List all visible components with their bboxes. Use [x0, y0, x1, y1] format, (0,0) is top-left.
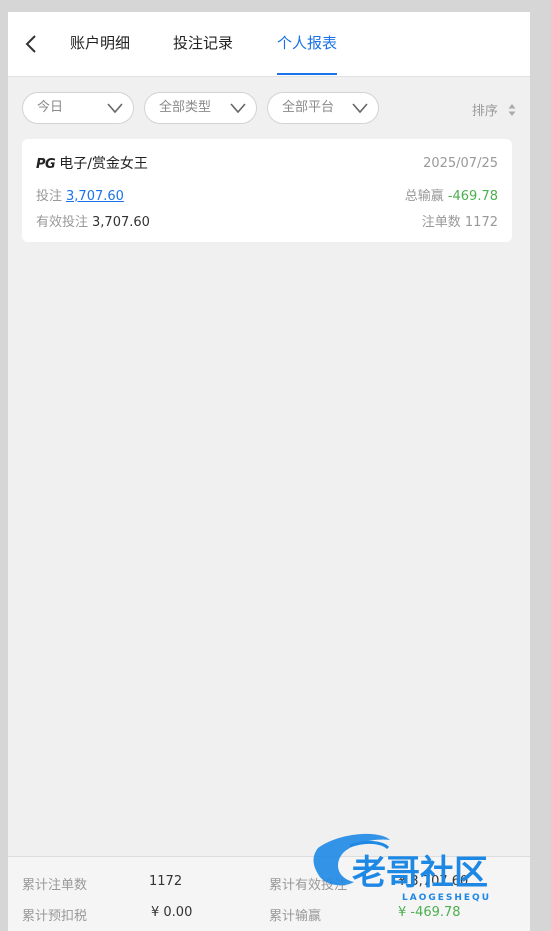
tab-bet-records[interactable]: 投注记录	[173, 12, 233, 76]
chevron-down-icon	[230, 103, 246, 114]
winloss-row: 总输赢 -469.78	[405, 185, 498, 204]
bet-count-label: 注单数	[421, 215, 461, 230]
chevron-down-icon	[107, 103, 123, 114]
app-window: 账户明细 投注记录 个人报表 今日 全部类型 全部平台 排序 PG 电子/赏金女王	[8, 12, 530, 931]
bet-count-row: 注单数 1172	[422, 211, 498, 230]
report-record-card[interactable]: PG 电子/赏金女王 2025/07/25 投注 3,707.60 总输赢 -469.…	[22, 139, 512, 242]
total-count-value: 1172	[149, 874, 183, 889]
type-filter-dropdown[interactable]: 全部类型	[144, 92, 257, 124]
bet-amount-link[interactable]: 3,707.60	[66, 189, 124, 204]
total-count-label: 累计注单数	[22, 878, 88, 893]
tab-personal-report[interactable]: 个人报表	[277, 12, 338, 76]
valid-bet-row: 有效投注 3,707.60	[36, 211, 150, 230]
date-filter-dropdown[interactable]: 今日	[22, 92, 134, 124]
winloss-value: -469.78	[447, 189, 498, 204]
valid-bet-value: 3,707.60	[92, 215, 150, 230]
bet-count-value: 1172	[464, 215, 498, 230]
game-name: 电子/赏金女王	[59, 156, 148, 172]
type-filter-label: 全部类型	[159, 100, 212, 115]
chevron-left-icon	[25, 35, 36, 53]
laoge-watermark-logo: 老哥社区 LAOGESHEQU	[313, 833, 491, 903]
filter-bar: 今日 全部类型 全部平台 排序	[8, 76, 530, 138]
sort-arrows-icon	[508, 104, 516, 116]
chevron-down-icon	[352, 103, 368, 114]
game-title: PG 电子/赏金女王	[36, 153, 148, 173]
platform-filter-dropdown[interactable]: 全部平台	[267, 92, 379, 124]
tab-account-details[interactable]: 账户明细	[70, 12, 130, 76]
bet-label: 投注	[36, 189, 63, 204]
sort-button[interactable]: 排序	[472, 100, 516, 119]
platform-filter-label: 全部平台	[282, 100, 335, 115]
watermark-title: 老哥社区	[352, 853, 488, 893]
pg-logo-icon: PG	[36, 157, 56, 172]
total-tax-label: 累计预扣税	[22, 909, 88, 924]
sort-label: 排序	[471, 104, 498, 119]
back-button[interactable]	[20, 32, 44, 56]
date-filter-label: 今日	[37, 100, 64, 115]
bet-amount-row: 投注 3,707.60	[36, 185, 124, 204]
top-nav-bar: 账户明细 投注记录 个人报表	[8, 12, 530, 77]
watermark-subtitle: LAOGESHEQU	[402, 893, 491, 903]
valid-bet-label: 有效投注	[36, 215, 89, 230]
record-date: 2025/07/25	[423, 156, 498, 171]
total-tax-value: ¥ 0.00	[151, 905, 193, 920]
winloss-label: 总输赢	[404, 189, 444, 204]
